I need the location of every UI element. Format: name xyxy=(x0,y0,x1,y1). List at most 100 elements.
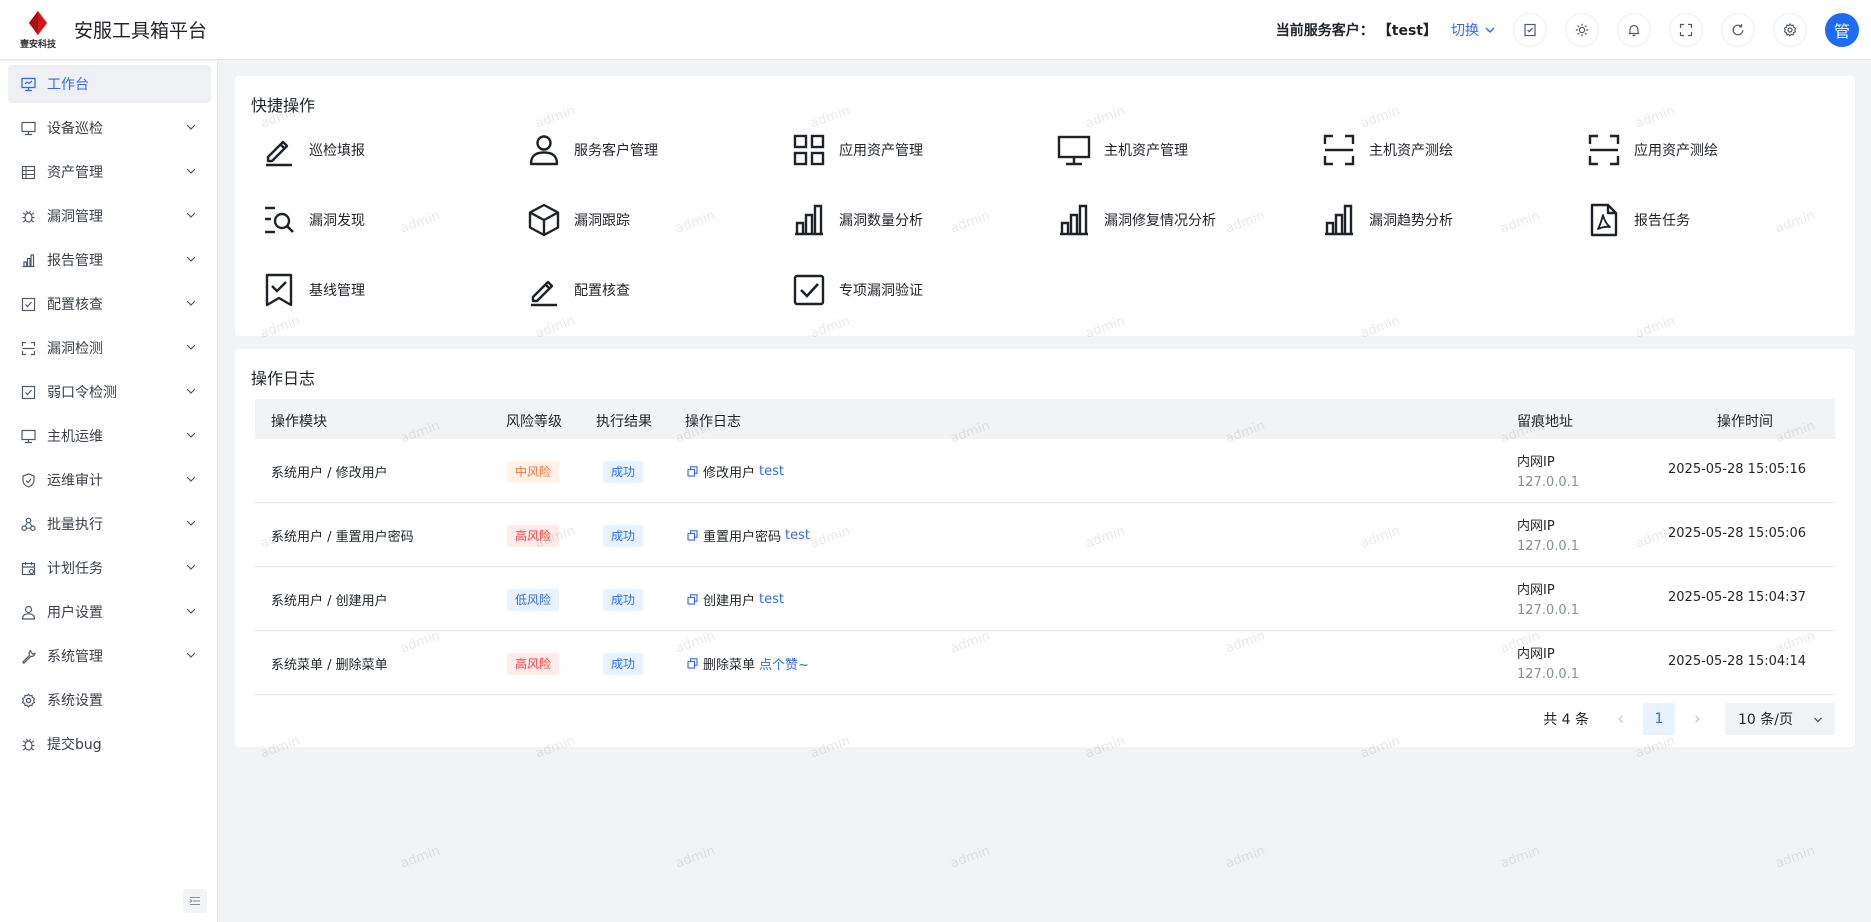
top-header: 壹安科技 安服工具箱平台 当前服务客户： 【test】 切换 管 xyxy=(0,0,1871,60)
quick-vuln-fix-analysis[interactable]: 漏洞修复情况分析 xyxy=(1030,198,1270,242)
operation-log-panel: 操作日志 操作模块 风险等级 执行结果 操作日志 留痕地址 操作时间 系统用户 … xyxy=(235,349,1855,747)
chevron-down-icon xyxy=(186,388,196,394)
quick-label: 主机资产测绘 xyxy=(1369,143,1453,159)
quick-config-check[interactable]: 配置核查 xyxy=(500,268,740,312)
scan-icon xyxy=(20,340,36,356)
ip-label: 内网IP xyxy=(1517,647,1555,662)
sidebar-item-scheduled-tasks[interactable]: 计划任务 xyxy=(8,549,211,587)
quick-app-asset-management[interactable]: 应用资产管理 xyxy=(765,128,1005,172)
check-square-icon xyxy=(20,384,36,400)
quick-label: 漏洞数量分析 xyxy=(839,213,923,229)
quick-report-tasks[interactable]: 报告任务 xyxy=(1560,198,1800,242)
sidebar-item-user-settings[interactable]: 用户设置 xyxy=(8,593,211,631)
sidebar-item-label: 用户设置 xyxy=(47,605,103,621)
quick-host-asset-management[interactable]: 主机资产管理 xyxy=(1030,128,1270,172)
bug-icon xyxy=(20,736,36,752)
log-cell: 删除菜单 点个赞~ xyxy=(687,654,809,673)
log-target-link[interactable]: test xyxy=(759,592,784,607)
sidebar-item-host-ops[interactable]: 主机运维 xyxy=(8,417,211,455)
risk-badge: 低风险 xyxy=(507,589,560,611)
sidebar-item-system-management[interactable]: 系统管理 xyxy=(8,637,211,675)
theme-toggle-button[interactable] xyxy=(1565,13,1599,47)
ip-address: 127.0.0.1 xyxy=(1517,539,1580,554)
sidebar-collapse-button[interactable] xyxy=(183,889,207,913)
gear-icon xyxy=(20,692,36,708)
sidebar-item-report-management[interactable]: 报告管理 xyxy=(8,241,211,279)
ip-label: 内网IP xyxy=(1517,519,1555,534)
quick-vuln-trend-analysis[interactable]: 漏洞趋势分析 xyxy=(1295,198,1535,242)
quick-host-asset-mapping[interactable]: 主机资产测绘 xyxy=(1295,128,1535,172)
risk-badge: 高风险 xyxy=(507,653,560,675)
quick-label: 专项漏洞验证 xyxy=(839,283,923,299)
sidebar-item-system-settings[interactable]: 系统设置 xyxy=(8,681,211,719)
user-avatar[interactable]: 管 xyxy=(1825,13,1859,47)
chevron-down-icon xyxy=(186,256,196,262)
sidebar-item-label: 报告管理 xyxy=(47,253,103,269)
quick-inspection-report[interactable]: 巡检填报 xyxy=(235,128,475,172)
chevron-down-icon xyxy=(186,564,196,570)
prev-page-button[interactable] xyxy=(1607,703,1635,735)
quick-vuln-tracking[interactable]: 漏洞跟踪 xyxy=(500,198,740,242)
sidebar-item-label: 提交bug xyxy=(47,737,102,753)
notification-button[interactable] xyxy=(1617,13,1651,47)
quick-customer-management[interactable]: 服务客户管理 xyxy=(500,128,740,172)
page-size-select[interactable]: 10 条/页 xyxy=(1725,703,1835,735)
refresh-button[interactable] xyxy=(1721,13,1755,47)
log-action: 重置用户密码 xyxy=(703,530,782,545)
log-target-link[interactable]: test xyxy=(759,464,784,479)
sidebar-item-submit-bug[interactable]: 提交bug xyxy=(8,725,211,763)
user-icon xyxy=(526,132,562,168)
bar-chart-icon xyxy=(791,202,827,238)
chevron-down-icon xyxy=(186,520,196,526)
sidebar-item-weak-password[interactable]: 弱口令检测 xyxy=(8,373,211,411)
chevron-down-icon xyxy=(186,212,196,218)
sidebar-item-device-inspection[interactable]: 设备巡检 xyxy=(8,109,211,147)
quick-label: 漏洞修复情况分析 xyxy=(1104,213,1216,229)
log-target-link[interactable]: test xyxy=(785,528,810,543)
next-page-button[interactable] xyxy=(1683,703,1711,735)
quick-vuln-count-analysis[interactable]: 漏洞数量分析 xyxy=(765,198,1005,242)
wrench-icon xyxy=(20,648,36,664)
fullscreen-button[interactable] xyxy=(1669,13,1703,47)
sidebar-item-label: 计划任务 xyxy=(47,561,103,577)
log-cell: 重置用户密码 test xyxy=(687,526,810,545)
quick-vuln-discovery[interactable]: 漏洞发现 xyxy=(235,198,475,242)
sidebar-item-vuln-management[interactable]: 漏洞管理 xyxy=(8,197,211,235)
module-cell: 系统用户 / 创建用户 xyxy=(271,594,388,609)
sidebar-item-asset-management[interactable]: 资产管理 xyxy=(8,153,211,191)
switch-customer-button[interactable]: 切换 xyxy=(1451,20,1495,40)
copy-icon xyxy=(687,530,698,541)
quick-label: 基线管理 xyxy=(309,283,365,299)
edit-icon xyxy=(261,132,297,168)
log-target-link[interactable]: 点个赞~ xyxy=(759,654,809,673)
chevron-down-icon xyxy=(186,608,196,614)
quick-label: 主机资产管理 xyxy=(1104,143,1188,159)
quick-special-vuln-verify[interactable]: 专项漏洞验证 xyxy=(765,268,1005,312)
quick-label: 应用资产测绘 xyxy=(1634,143,1718,159)
logo-diamond-icon xyxy=(29,10,47,35)
ip-address: 127.0.0.1 xyxy=(1517,603,1580,618)
sidebar-item-workbench[interactable]: 工作台 xyxy=(8,65,211,103)
quick-baseline-management[interactable]: 基线管理 xyxy=(235,268,475,312)
sidebar-item-label: 工作台 xyxy=(47,77,89,93)
watermark-text: admin xyxy=(1498,843,1543,872)
app-title: 安服工具箱平台 xyxy=(74,20,208,42)
sidebar-item-batch-exec[interactable]: 批量执行 xyxy=(8,505,211,543)
sidebar-item-vuln-detection[interactable]: 漏洞检测 xyxy=(8,329,211,367)
monitor-icon xyxy=(1056,132,1092,168)
quick-app-asset-mapping[interactable]: 应用资产测绘 xyxy=(1560,128,1800,172)
settings-button[interactable] xyxy=(1773,13,1807,47)
quick-label: 配置核查 xyxy=(574,283,630,299)
shield-icon xyxy=(20,472,36,488)
sidebar-item-ops-audit[interactable]: 运维审计 xyxy=(8,461,211,499)
page-number-button[interactable]: 1 xyxy=(1643,703,1675,735)
chevron-down-icon xyxy=(186,476,196,482)
search-list-icon xyxy=(261,202,297,238)
checklist-button[interactable] xyxy=(1513,13,1547,47)
company-logo: 壹安科技 xyxy=(8,0,68,60)
result-badge: 成功 xyxy=(603,461,644,483)
log-action: 创建用户 xyxy=(703,594,756,609)
column-header: 风险等级 xyxy=(506,414,562,430)
watermark-text: admin xyxy=(1773,843,1818,872)
sidebar-item-config-check[interactable]: 配置核查 xyxy=(8,285,211,323)
